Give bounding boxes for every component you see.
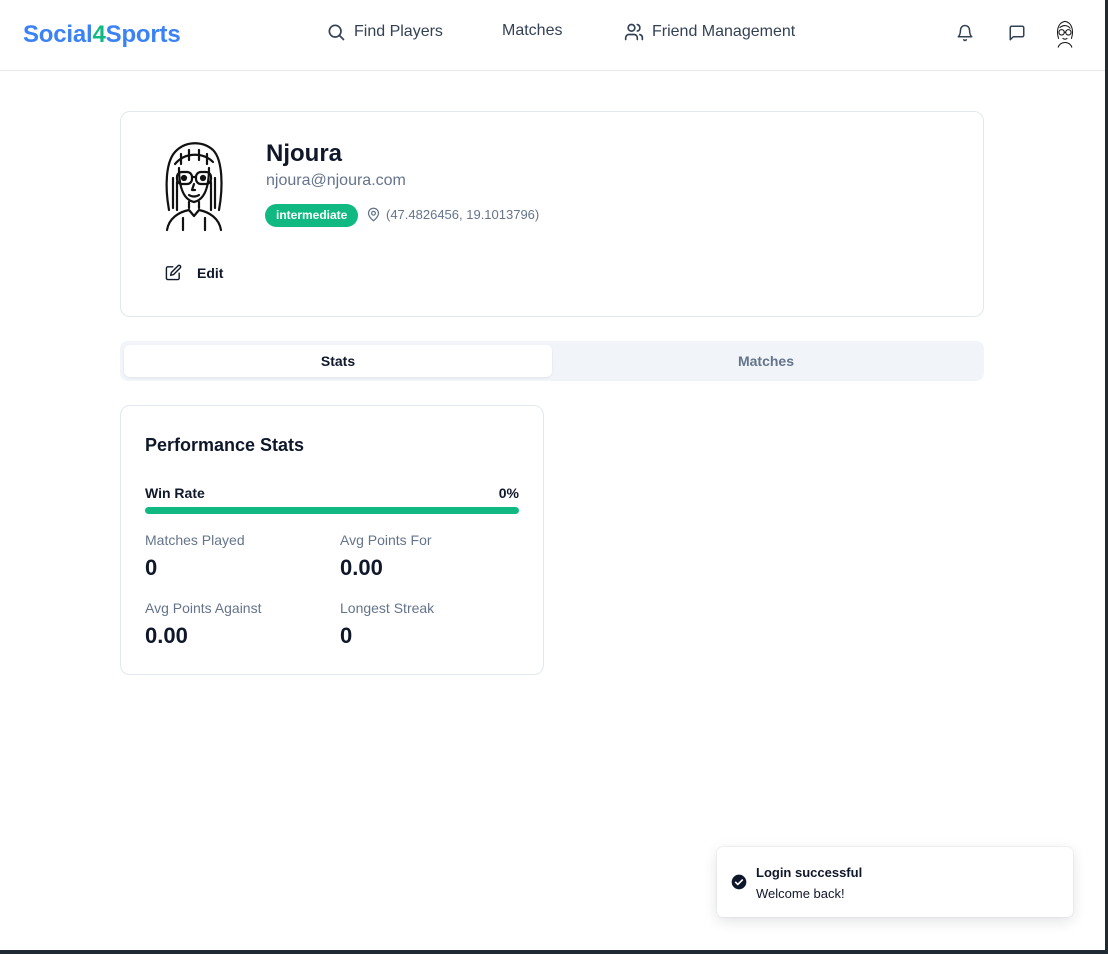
win-rate-progress-bar (145, 507, 519, 514)
win-rate-label: Win Rate (145, 485, 205, 501)
nav-matches[interactable]: Matches (502, 22, 562, 40)
profile-location: (47.4826456, 19.1013796) (366, 207, 539, 222)
edit-profile-button[interactable]: Edit (165, 264, 223, 281)
profile-email: njoura@njoura.com (266, 172, 406, 189)
toast-description: Welcome back! (756, 886, 845, 901)
stat-label-avg-points-against: Avg Points Against (145, 600, 262, 616)
edit-profile-label: Edit (197, 264, 224, 281)
stat-value-avg-points-against: 0.00 (145, 623, 188, 648)
stat-label-matches-played: Matches Played (145, 532, 245, 548)
top-navbar: Social4Sports Find Players Matches Frien… (0, 0, 1105, 71)
map-pin-icon (367, 207, 380, 222)
window-frame-bottom (0, 950, 1108, 954)
check-circle-icon (731, 874, 747, 890)
performance-stats-card: Performance Stats Win Rate 0% Matches Pl… (120, 405, 544, 675)
nav-find-players[interactable]: Find Players (326, 22, 443, 42)
nav-matches-label: Matches (502, 22, 563, 39)
stat-label-longest-streak: Longest Streak (340, 600, 435, 616)
stat-value-longest-streak: 0 (340, 623, 353, 648)
message-square-icon[interactable] (1008, 24, 1026, 42)
tab-stats[interactable]: Stats (124, 345, 552, 377)
stat-value-matches-played: 0 (145, 555, 158, 580)
skill-level-badge: intermediate (265, 204, 359, 227)
users-icon (624, 23, 644, 41)
nav-friend-management-label: Friend Management (652, 23, 796, 40)
profile-card: Njoura njoura@njoura.com intermediate (4… (120, 111, 984, 317)
profile-tabs: Stats Matches (120, 341, 984, 381)
login-toast[interactable]: Login successful Welcome back! (717, 847, 1073, 917)
profile-avatar (161, 138, 227, 232)
edit-icon (165, 264, 182, 281)
stats-title: Performance Stats (145, 435, 305, 455)
nav-friend-management[interactable]: Friend Management (624, 22, 795, 42)
win-rate-value: 0% (498, 485, 519, 501)
stat-value-avg-points-for: 0.00 (340, 555, 383, 580)
profile-name: Njoura (266, 140, 343, 167)
brand-logo[interactable]: Social4Sports (23, 21, 181, 49)
bell-icon[interactable] (956, 24, 974, 42)
tab-matches[interactable]: Matches (552, 345, 980, 377)
stat-label-avg-points-for: Avg Points For (340, 532, 432, 548)
location-coordinates: (47.4826456, 19.1013796) (386, 207, 540, 222)
search-icon (328, 24, 345, 41)
toast-title: Login successful (756, 865, 863, 880)
nav-find-players-label: Find Players (354, 23, 443, 40)
user-avatar[interactable] (1052, 18, 1078, 50)
